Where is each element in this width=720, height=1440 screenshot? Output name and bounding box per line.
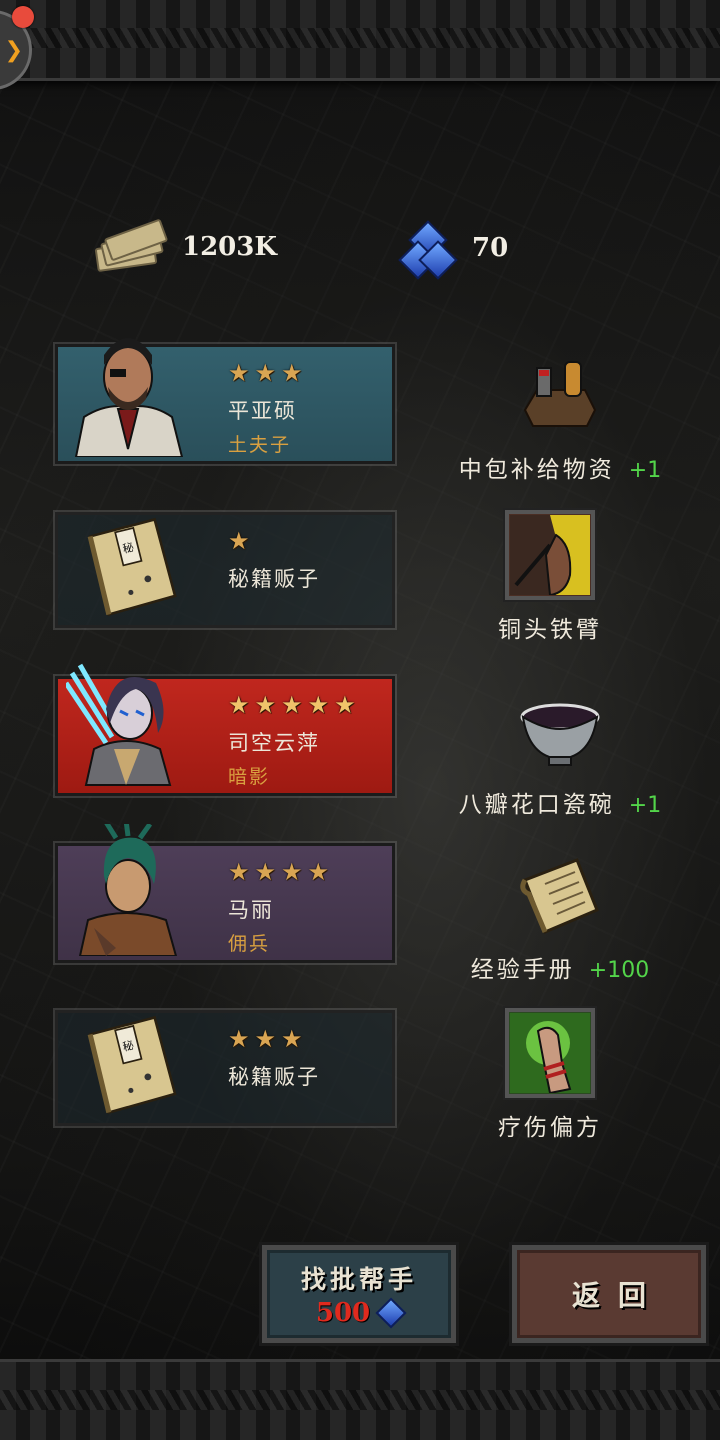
recruit-card-4[interactable]: ★ ★ ★ ★ 马丽 佣兵 [53,824,397,965]
character-name: 秘籍贩子 [228,567,320,591]
character-name: 秘籍贩子 [228,1065,320,1089]
character-class: 佣兵 [228,933,271,955]
star-rating: ★ ★ ★ ★ [228,860,329,884]
reward-item-3[interactable]: 八瓣花口瓷碗 +1 [420,685,700,819]
porcelain-bowl-icon [515,685,605,775]
find-helper-cost: 500 [315,1297,407,1329]
gem-icon [398,220,458,280]
money-display: 1203K [92,218,277,273]
gem-value: 70 [472,233,509,263]
reward-count: +100 [588,958,650,983]
find-helper-button[interactable]: 找批帮手 500 [259,1242,459,1346]
star-icon: ★ [281,359,303,387]
character-name: 司空云萍 [228,731,320,755]
recruit-card-2[interactable]: 秘 ★ 秘籍贩子 [53,510,397,630]
recruit-card-5[interactable]: 秘 ★ ★ ★ 秘籍贩子 [53,1008,397,1128]
star-icon: ★ [254,691,277,719]
chevron-right-icon: ❯ [4,37,23,63]
reward-name: 疗伤偏方 [498,1115,602,1141]
gem-icon [375,1297,407,1329]
character-class: 暗影 [228,766,271,788]
gem-display: 70 [398,220,509,280]
star-icon: ★ [281,858,303,886]
find-helper-label: 找批帮手 [300,1265,417,1294]
reward-item-2[interactable]: 铜头铁臂 [420,508,680,644]
reward-count: +1 [628,793,662,818]
reward-name: 铜头铁臂 [498,617,602,643]
character-name: 马丽 [228,898,274,922]
reward-name: 经验手册 [470,957,575,983]
reward-item-4[interactable]: 经验手册 +100 [440,850,680,984]
back-button[interactable]: 返回 [509,1242,709,1346]
star-rating: ★ ★ ★ [228,1027,303,1051]
secret-book-icon: 秘 [87,1015,177,1115]
star-icon: ★ [228,858,250,886]
star-icon: ★ [228,527,250,555]
star-icon: ★ [228,691,250,719]
reward-item-5[interactable]: 疗伤偏方 [420,1006,680,1142]
cash-stack-icon [92,218,169,273]
top-frame [0,0,720,81]
star-icon: ★ [228,359,250,387]
notification-dot [12,6,34,28]
reward-name: 八瓣花口瓷碗 [458,792,615,818]
star-rating: ★ [228,529,250,553]
money-value: 1203K [182,232,277,262]
star-icon: ★ [254,858,277,886]
skill-iron-arm-icon [503,508,597,602]
star-icon: ★ [254,359,277,387]
exp-manual-icon [515,850,605,940]
cost-value: 500 [315,1298,371,1328]
healing-remedy-icon [503,1006,597,1100]
reward-count: +1 [628,458,662,483]
star-rating: ★ ★ ★ ★ ★ [228,693,356,717]
star-icon: ★ [307,858,330,886]
bottom-frame [0,1359,720,1440]
character-portrait [74,338,184,457]
back-label: 返回 [571,1279,664,1312]
character-name: 平亚硕 [228,399,297,423]
character-portrait [78,824,178,956]
reward-name: 中包补给物资 [458,457,615,483]
recruit-card-1[interactable]: ★ ★ ★ 平亚硕 土夫子 [53,338,397,466]
star-icon: ★ [334,691,356,719]
supply-pack-icon [515,350,605,440]
character-portrait [66,663,172,786]
recruit-card-3[interactable]: ★ ★ ★ ★ ★ 司空云萍 暗影 [53,663,397,798]
secret-book-icon: 秘 [87,517,177,617]
star-icon: ★ [254,1025,277,1053]
star-icon: ★ [281,691,303,719]
character-class: 土夫子 [228,434,292,456]
star-icon: ★ [228,1025,250,1053]
star-icon: ★ [281,1025,303,1053]
star-icon: ★ [307,691,330,719]
star-rating: ★ ★ ★ [228,361,303,385]
reward-item-1[interactable]: 中包补给物资 +1 [420,350,700,484]
